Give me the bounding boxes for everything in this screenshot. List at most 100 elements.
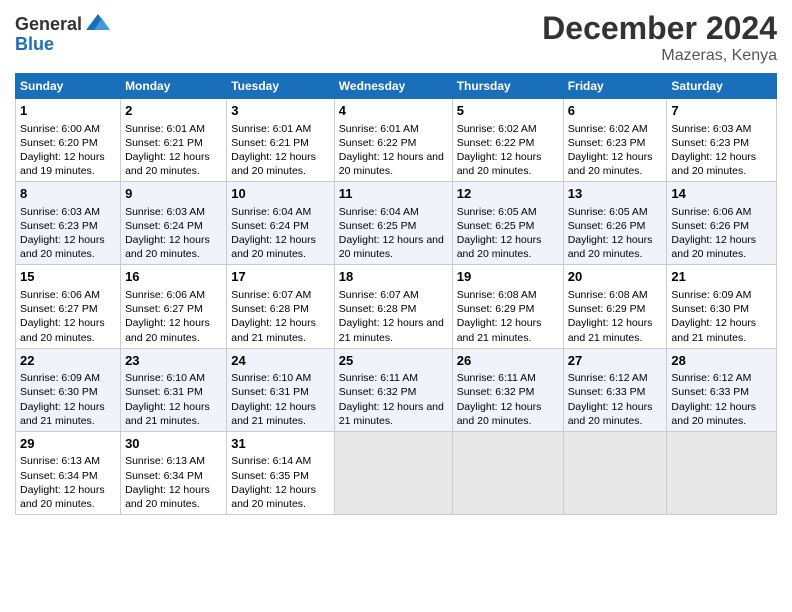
cell-w4-d3: 24 Sunrise: 6:10 AM Sunset: 6:31 PM Dayl… [227,348,335,431]
sunset-label: Sunset: 6:30 PM [20,386,98,398]
cell-w4-d7: 28 Sunrise: 6:12 AM Sunset: 6:33 PM Dayl… [667,348,777,431]
cell-w1-d5: 5 Sunrise: 6:02 AM Sunset: 6:22 PM Dayli… [452,99,563,182]
daylight-label: Daylight: 12 hours and 20 minutes. [231,484,316,510]
daylight-label: Daylight: 12 hours and 20 minutes. [568,401,653,427]
day-number: 16 [125,268,222,286]
daylight-label: Daylight: 12 hours and 20 minutes. [125,317,210,343]
col-saturday: Saturday [667,74,777,99]
header: General Blue December 2024 Mazeras, Keny… [15,10,777,65]
day-number: 30 [125,435,222,453]
sunrise-label: Sunrise: 6:01 AM [231,123,311,135]
week-row-3: 15 Sunrise: 6:06 AM Sunset: 6:27 PM Dayl… [16,265,777,348]
daylight-label: Daylight: 12 hours and 21 minutes. [231,317,316,343]
day-number: 9 [125,185,222,203]
day-number: 19 [457,268,559,286]
daylight-label: Daylight: 12 hours and 20 minutes. [125,484,210,510]
cell-w1-d7: 7 Sunrise: 6:03 AM Sunset: 6:23 PM Dayli… [667,99,777,182]
sunset-label: Sunset: 6:26 PM [568,220,646,232]
day-number: 20 [568,268,663,286]
calendar-body: 1 Sunrise: 6:00 AM Sunset: 6:20 PM Dayli… [16,99,777,515]
sunset-label: Sunset: 6:33 PM [568,386,646,398]
week-row-4: 22 Sunrise: 6:09 AM Sunset: 6:30 PM Dayl… [16,348,777,431]
sunrise-label: Sunrise: 6:08 AM [568,289,648,301]
logo-general-text: General [15,14,82,35]
sunset-label: Sunset: 6:21 PM [125,137,203,149]
daylight-label: Daylight: 12 hours and 20 minutes. [231,234,316,260]
day-number: 2 [125,102,222,120]
daylight-label: Daylight: 12 hours and 21 minutes. [457,317,542,343]
cell-w4-d4: 25 Sunrise: 6:11 AM Sunset: 6:32 PM Dayl… [334,348,452,431]
week-row-1: 1 Sunrise: 6:00 AM Sunset: 6:20 PM Dayli… [16,99,777,182]
col-monday: Monday [121,74,227,99]
sunrise-label: Sunrise: 6:13 AM [20,455,100,467]
daylight-label: Daylight: 12 hours and 20 minutes. [20,234,105,260]
day-number: 11 [339,185,448,203]
day-number: 4 [339,102,448,120]
sunset-label: Sunset: 6:22 PM [339,137,417,149]
sunrise-label: Sunrise: 6:05 AM [457,206,537,218]
sunrise-label: Sunrise: 6:03 AM [20,206,100,218]
sunset-label: Sunset: 6:27 PM [20,303,98,315]
day-number: 1 [20,102,116,120]
cell-w1-d6: 6 Sunrise: 6:02 AM Sunset: 6:23 PM Dayli… [563,99,667,182]
day-number: 27 [568,352,663,370]
sunset-label: Sunset: 6:25 PM [339,220,417,232]
month-title: December 2024 [542,10,777,47]
cell-w1-d2: 2 Sunrise: 6:01 AM Sunset: 6:21 PM Dayli… [121,99,227,182]
sunset-label: Sunset: 6:22 PM [457,137,535,149]
daylight-label: Daylight: 12 hours and 20 minutes. [20,317,105,343]
sunset-label: Sunset: 6:27 PM [125,303,203,315]
sunrise-label: Sunrise: 6:10 AM [125,372,205,384]
daylight-label: Daylight: 12 hours and 20 minutes. [568,151,653,177]
day-number: 3 [231,102,330,120]
sunset-label: Sunset: 6:30 PM [671,303,749,315]
day-number: 14 [671,185,772,203]
sunset-label: Sunset: 6:24 PM [231,220,309,232]
title-block: December 2024 Mazeras, Kenya [542,10,777,65]
sunrise-label: Sunrise: 6:03 AM [125,206,205,218]
day-number: 25 [339,352,448,370]
sunset-label: Sunset: 6:23 PM [671,137,749,149]
cell-w2-d6: 13 Sunrise: 6:05 AM Sunset: 6:26 PM Dayl… [563,182,667,265]
cell-w2-d4: 11 Sunrise: 6:04 AM Sunset: 6:25 PM Dayl… [334,182,452,265]
cell-w3-d1: 15 Sunrise: 6:06 AM Sunset: 6:27 PM Dayl… [16,265,121,348]
sunrise-label: Sunrise: 6:06 AM [671,206,751,218]
sunset-label: Sunset: 6:35 PM [231,470,309,482]
day-number: 15 [20,268,116,286]
cell-w3-d7: 21 Sunrise: 6:09 AM Sunset: 6:30 PM Dayl… [667,265,777,348]
location: Mazeras, Kenya [542,47,777,65]
sunset-label: Sunset: 6:34 PM [125,470,203,482]
sunrise-label: Sunrise: 6:01 AM [339,123,419,135]
day-number: 12 [457,185,559,203]
day-number: 23 [125,352,222,370]
sunset-label: Sunset: 6:24 PM [125,220,203,232]
sunset-label: Sunset: 6:23 PM [20,220,98,232]
cell-w5-d6 [563,431,667,514]
day-number: 13 [568,185,663,203]
cell-w5-d3: 31 Sunrise: 6:14 AM Sunset: 6:35 PM Dayl… [227,431,335,514]
col-friday: Friday [563,74,667,99]
daylight-label: Daylight: 12 hours and 21 minutes. [339,401,444,427]
cell-w1-d3: 3 Sunrise: 6:01 AM Sunset: 6:21 PM Dayli… [227,99,335,182]
sunset-label: Sunset: 6:28 PM [339,303,417,315]
cell-w5-d1: 29 Sunrise: 6:13 AM Sunset: 6:34 PM Dayl… [16,431,121,514]
col-wednesday: Wednesday [334,74,452,99]
cell-w2-d1: 8 Sunrise: 6:03 AM Sunset: 6:23 PM Dayli… [16,182,121,265]
sunrise-label: Sunrise: 6:01 AM [125,123,205,135]
cell-w4-d5: 26 Sunrise: 6:11 AM Sunset: 6:32 PM Dayl… [452,348,563,431]
daylight-label: Daylight: 12 hours and 21 minutes. [568,317,653,343]
daylight-label: Daylight: 12 hours and 20 minutes. [457,401,542,427]
sunrise-label: Sunrise: 6:14 AM [231,455,311,467]
daylight-label: Daylight: 12 hours and 21 minutes. [671,317,756,343]
day-number: 18 [339,268,448,286]
daylight-label: Daylight: 12 hours and 20 minutes. [231,151,316,177]
sunrise-label: Sunrise: 6:12 AM [568,372,648,384]
sunrise-label: Sunrise: 6:02 AM [457,123,537,135]
calendar-table: Sunday Monday Tuesday Wednesday Thursday… [15,73,777,515]
week-row-5: 29 Sunrise: 6:13 AM Sunset: 6:34 PM Dayl… [16,431,777,514]
day-number: 29 [20,435,116,453]
sunset-label: Sunset: 6:33 PM [671,386,749,398]
daylight-label: Daylight: 12 hours and 20 minutes. [20,484,105,510]
daylight-label: Daylight: 12 hours and 20 minutes. [457,234,542,260]
sunrise-label: Sunrise: 6:03 AM [671,123,751,135]
